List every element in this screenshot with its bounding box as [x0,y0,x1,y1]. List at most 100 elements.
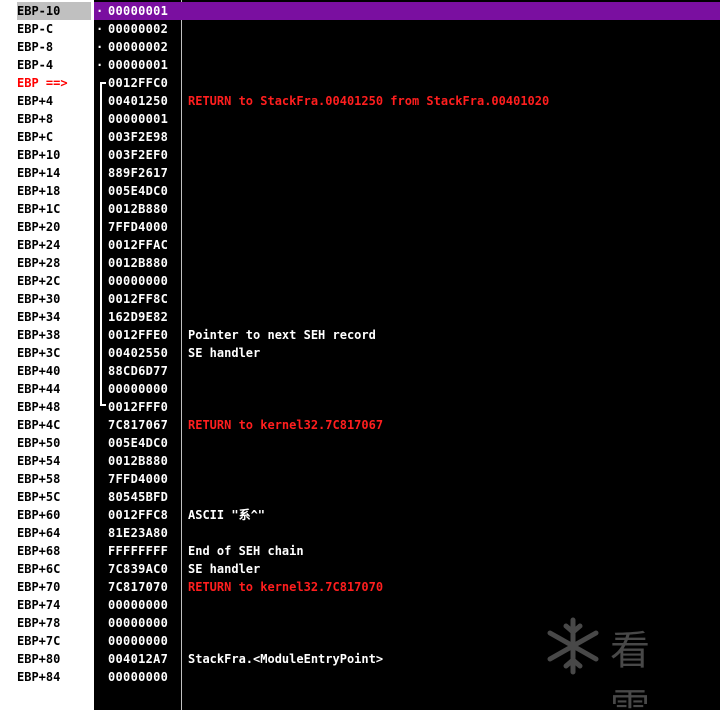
stack-offset: EBP+34 [17,310,61,324]
stack-offset: EBP+4 [17,94,54,108]
stack-value: 003F2E98 [108,130,169,144]
stack-offset: EBP+54 [17,454,61,468]
watermark: 看雪 [542,616,650,710]
stack-row[interactable]: EBP+2C 00000000 [14,272,720,290]
stack-offset: EBP+40 [17,364,61,378]
stack-row[interactable]: EBP-C. 00000002 [14,19,720,38]
stack-comment: RETURN to kernel32.7C817067 [188,418,384,432]
stack-value: 0012B880 [108,454,169,468]
stack-offset: EBP+84 [17,670,61,684]
stack-row[interactable]: EBP-4. 00000001 [14,55,720,74]
stack-value: 162D9E82 [108,310,169,324]
stack-value: 0012FFF0 [108,400,169,414]
stack-row[interactable]: EBP+28 0012B880 [14,254,720,272]
stack-offset: EBP+4C [17,418,61,432]
stack-row[interactable]: EBP+48 0012FFF0 [14,398,720,416]
dot-marker: . [96,1,104,15]
stack-value: 88CD6D77 [108,364,169,378]
stack-row[interactable]: EBP+58 7FFD4000 [14,470,720,488]
stack-window[interactable]: EBP-10. 00000001 EBP-C. 00000002 EBP-8. 00000… [14,0,720,710]
stack-value: 80545BFD [108,490,169,504]
stack-value: 00000000 [108,598,169,612]
stack-row[interactable]: EBP+4C 7C817067 RETURN to kernel32.7C81706… [14,416,720,434]
stack-row[interactable]: EBP+5C 80545BFD [14,488,720,506]
stack-comment: End of SEH chain [188,544,304,558]
stack-value: 00000000 [108,670,169,684]
stack-row[interactable]: EBP+3C 00402550 SE handler [14,344,720,362]
stack-row[interactable]: EBP+38 0012FFE0 Pointer to next SEH record [14,326,720,344]
stack-offset: EBP-8 [17,40,54,54]
stack-value: 00402550 [108,346,169,360]
stack-row[interactable]: EBP-8. 00000002 [14,37,720,56]
stack-offset: EBP-C [17,22,54,36]
stack-value: 889F2617 [108,166,169,180]
stack-row[interactable]: EBP+74 00000000 [14,596,720,614]
stack-row[interactable]: EBP+50 005E4DC0 [14,434,720,452]
stack-row[interactable]: EBP+10 003F2EF0 [14,146,720,164]
stack-value: 7FFD4000 [108,220,169,234]
stack-value: 00000002 [108,22,169,36]
stack-row[interactable]: EBP+60 0012FFC8 ASCII "系^" [14,506,720,524]
stack-value: 00000000 [108,634,169,648]
dot-marker: . [96,37,104,51]
stack-row[interactable]: EBP+8 00000001 [14,110,720,128]
stack-offset: EBP+5C [17,490,61,504]
stack-offset: EBP+18 [17,184,61,198]
stack-value: 00000001 [108,112,169,126]
stack-row[interactable]: EBP+1C 0012B880 [14,200,720,218]
stack-offset: EBP+10 [17,148,61,162]
stack-offset: EBP+20 [17,220,61,234]
stack-row[interactable]: EBP+68 FFFFFFFF End of SEH chain [14,542,720,560]
stack-offset: EBP+48 [17,400,61,414]
stack-value: 004012A7 [108,652,169,666]
stack-offset: EBP+60 [17,508,61,522]
stack-row[interactable]: EBP+64 81E23A80 [14,524,720,542]
stack-value: 7C817067 [108,418,169,432]
stack-comment: StackFra.<ModuleEntryPoint> [188,652,384,666]
stack-row[interactable]: EBP+14 889F2617 [14,164,720,182]
stack-row[interactable]: EBP+18 005E4DC0 [14,182,720,200]
dot-marker: . [96,19,104,33]
stack-value: 0012B880 [108,256,169,270]
stack-row[interactable]: EBP ==> 0012FFC0 [14,74,720,92]
stack-comment: RETURN to kernel32.7C817070 [188,580,384,594]
stack-row[interactable]: EBP+40 88CD6D77 [14,362,720,380]
stack-value: 00000002 [108,40,169,54]
stack-value: 00000000 [108,274,169,288]
stack-offset: EBP+64 [17,526,61,540]
stack-row[interactable]: EBP-10. 00000001 [14,1,720,20]
stack-value: 81E23A80 [108,526,169,540]
dot-marker: . [96,55,104,69]
stack-row[interactable]: EBP+70 7C817070 RETURN to kernel32.7C81707… [14,578,720,596]
stack-row[interactable]: EBP+4 00401250 RETURN to StackFra.00401250… [14,92,720,110]
stack-value: 003F2EF0 [108,148,169,162]
current-frame-pointer: EBP ==> [17,76,68,90]
stack-row[interactable]: EBP+30 0012FF8C [14,290,720,308]
stack-value: 005E4DC0 [108,436,169,450]
stack-row[interactable]: EBP+54 0012B880 [14,452,720,470]
stack-offset: EBP+1C [17,202,61,216]
stack-value: 00000001 [108,4,169,18]
stack-row[interactable]: EBP+24 0012FFAC [14,236,720,254]
stack-row[interactable]: EBP+6C 7C839AC0 SE handler [14,560,720,578]
stack-offset: EBP+24 [17,238,61,252]
stack-row[interactable]: EBP+C 003F2E98 [14,128,720,146]
snowflake-icon [547,617,599,675]
stack-value: 0012FFC0 [108,76,169,90]
stack-offset: EBP+C [17,130,54,144]
stack-value: 0012FFAC [108,238,169,252]
stack-offset: EBP+38 [17,328,61,342]
stack-offset: EBP+8 [17,112,54,126]
stack-value: 0012FFC8 [108,508,169,522]
stack-row[interactable]: EBP+20 7FFD4000 [14,218,720,236]
stack-comment: ASCII "系^" [188,508,266,522]
stack-value: 7C839AC0 [108,562,169,576]
stack-comment: SE handler [188,346,261,360]
stack-row[interactable]: EBP+34 162D9E82 [14,308,720,326]
stack-offset: EBP+58 [17,472,61,486]
stack-value: 00000000 [108,382,169,396]
stack-value: 7C817070 [108,580,169,594]
stack-comment: Pointer to next SEH record [188,328,376,342]
stack-row[interactable]: EBP+44 00000000 [14,380,720,398]
stack-offset: EBP+68 [17,544,61,558]
